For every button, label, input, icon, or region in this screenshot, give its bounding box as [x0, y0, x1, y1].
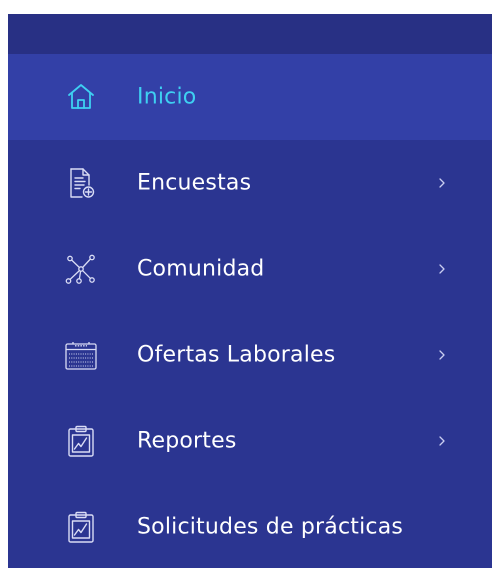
- sidebar-item-label: Comunidad: [137, 256, 265, 282]
- home-icon: [64, 80, 98, 114]
- sidebar-header: [8, 14, 492, 54]
- sidebar-item-label: Encuestas: [137, 170, 252, 196]
- chevron-right-icon: [436, 262, 448, 276]
- sidebar-item-label: Inicio: [137, 84, 197, 110]
- sidebar-item-reportes[interactable]: Reportes: [8, 398, 492, 484]
- sidebar-item-solicitudes-de-practicas[interactable]: Solicitudes de prácticas: [8, 484, 492, 570]
- chevron-right-icon: [436, 348, 448, 362]
- sidebar-item-label: Reportes: [137, 428, 237, 454]
- sidebar-item-label: Solicitudes de prácticas: [137, 514, 404, 540]
- sidebar-item-encuestas[interactable]: Encuestas: [8, 140, 492, 226]
- sidebar-item-ofertas-laborales[interactable]: Ofertas Laborales: [8, 312, 492, 398]
- sidebar-menu: Inicio Encuestas Comunidad Ofertas Labor…: [8, 54, 492, 570]
- network-icon: [64, 252, 98, 286]
- chevron-right-icon: [436, 434, 448, 448]
- clipboard-chart-icon: [64, 510, 98, 544]
- survey-document-icon: [64, 166, 98, 200]
- chevron-right-icon: [436, 176, 448, 190]
- sidebar-item-comunidad[interactable]: Comunidad: [8, 226, 492, 312]
- sidebar-item-inicio[interactable]: Inicio: [8, 54, 492, 140]
- calendar-icon: [64, 338, 98, 372]
- clipboard-chart-icon: [64, 424, 98, 458]
- sidebar: Inicio Encuestas Comunidad Ofertas Labor…: [8, 14, 492, 568]
- sidebar-item-label: Ofertas Laborales: [137, 342, 336, 368]
